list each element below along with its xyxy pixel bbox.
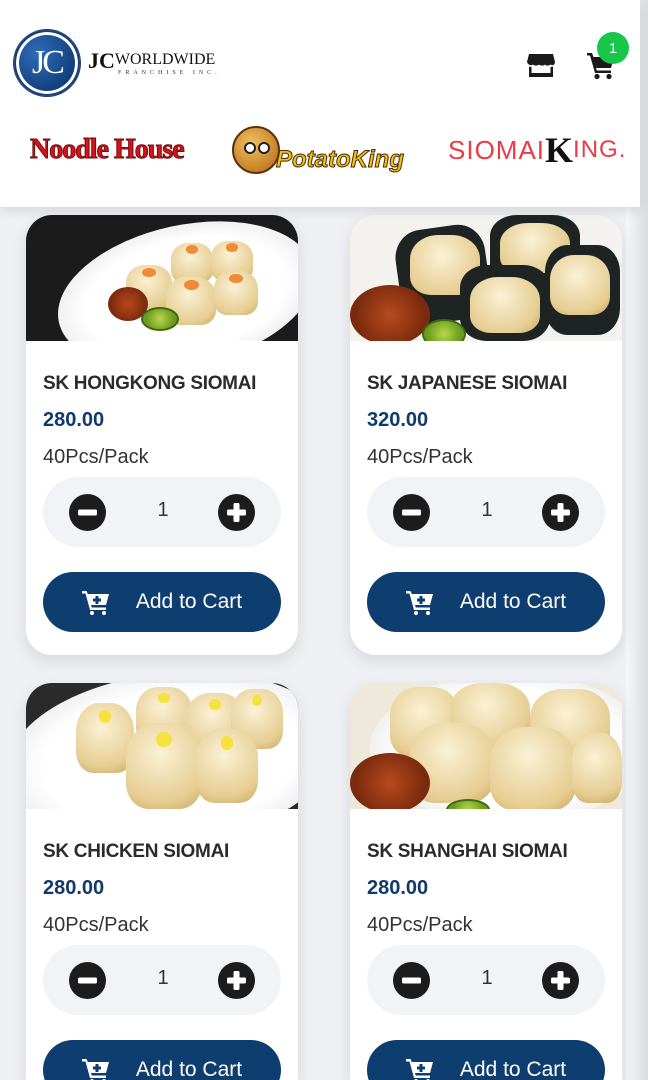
store-icon[interactable] bbox=[526, 50, 556, 80]
cart-plus-icon bbox=[81, 591, 109, 615]
cart-count-badge[interactable]: 1 bbox=[597, 32, 629, 64]
add-to-cart-label: Add to Cart bbox=[135, 1058, 243, 1080]
plus-icon[interactable] bbox=[218, 962, 255, 999]
product-price: 320.00 bbox=[367, 409, 429, 431]
minus-icon[interactable] bbox=[69, 494, 106, 531]
logo-worldwide: WORLDWIDE bbox=[114, 51, 216, 68]
quantity-stepper: 1 bbox=[43, 477, 281, 547]
minus-icon[interactable] bbox=[393, 962, 430, 999]
quantity-stepper: 1 bbox=[367, 945, 605, 1015]
potato-mascot-icon bbox=[232, 126, 280, 174]
brand-potato-king-label: PotatoKing bbox=[276, 146, 405, 174]
product-pack: 40Pcs/Pack bbox=[43, 446, 149, 468]
product-name: SK SHANGHAI SIOMAI bbox=[367, 841, 568, 862]
jc-worldwide-logo[interactable]: JC JCWORLDWIDE FRANCHISE INC. bbox=[14, 30, 221, 96]
brand-potato-king[interactable]: PotatoKing bbox=[232, 120, 404, 180]
plus-icon[interactable] bbox=[218, 494, 255, 531]
product-image bbox=[26, 215, 298, 341]
product-card[interactable]: SK CHICKEN SIOMAI 280.00 40Pcs/Pack 1 Ad… bbox=[26, 683, 298, 1080]
product-price: 280.00 bbox=[43, 409, 105, 431]
logo-wordmark: JCWORLDWIDE FRANCHISE INC. bbox=[88, 48, 221, 77]
brand-siomai-king-label-2: ING. bbox=[573, 136, 627, 163]
plus-icon[interactable] bbox=[542, 962, 579, 999]
cart-plus-icon bbox=[405, 1059, 433, 1080]
brand-siomai-king[interactable]: SIOMAI K ING. bbox=[448, 120, 626, 180]
minus-icon[interactable] bbox=[393, 494, 430, 531]
product-pack: 40Pcs/Pack bbox=[367, 446, 473, 468]
product-name: SK CHICKEN SIOMAI bbox=[43, 841, 229, 862]
quantity-stepper: 1 bbox=[367, 477, 605, 547]
add-to-cart-button[interactable]: Add to Cart bbox=[43, 572, 281, 632]
product-price: 280.00 bbox=[367, 877, 429, 899]
brand-noodle-house-label: Noodle House bbox=[30, 134, 186, 166]
add-to-cart-button[interactable]: Add to Cart bbox=[367, 1040, 605, 1080]
quantity-stepper: 1 bbox=[43, 945, 281, 1015]
add-to-cart-button[interactable]: Add to Cart bbox=[367, 572, 605, 632]
add-to-cart-label: Add to Cart bbox=[459, 590, 567, 613]
logo-jc: JC bbox=[88, 48, 115, 73]
product-image bbox=[26, 683, 298, 809]
brand-siomai-king-label-1: SIOMAI bbox=[448, 134, 546, 165]
header: JC JCWORLDWIDE FRANCHISE INC. 1 Noodle H… bbox=[0, 0, 640, 207]
product-name: SK JAPANESE SIOMAI bbox=[367, 373, 568, 394]
product-card[interactable]: SK HONGKONG SIOMAI 280.00 40Pcs/Pack 1 A… bbox=[26, 215, 298, 655]
page: JC JCWORLDWIDE FRANCHISE INC. 1 Noodle H… bbox=[0, 0, 648, 1080]
minus-icon[interactable] bbox=[69, 962, 106, 999]
product-name: SK HONGKONG SIOMAI bbox=[43, 373, 257, 394]
quantity-value[interactable]: 1 bbox=[457, 967, 517, 990]
add-to-cart-label: Add to Cart bbox=[135, 590, 243, 613]
cart-plus-icon bbox=[81, 1059, 109, 1080]
logo-franchise: FRANCHISE INC. bbox=[118, 70, 221, 76]
plus-icon[interactable] bbox=[542, 494, 579, 531]
cart-plus-icon bbox=[405, 591, 433, 615]
product-pack: 40Pcs/Pack bbox=[43, 914, 149, 936]
product-card[interactable]: SK SHANGHAI SIOMAI 280.00 40Pcs/Pack 1 A… bbox=[350, 683, 622, 1080]
brand-noodle-house[interactable]: Noodle House bbox=[30, 120, 186, 180]
product-pack: 40Pcs/Pack bbox=[367, 914, 473, 936]
brand-siomai-king-label-k: K bbox=[545, 130, 574, 170]
quantity-value[interactable]: 1 bbox=[457, 499, 517, 522]
product-card[interactable]: SK JAPANESE SIOMAI 320.00 40Pcs/Pack 1 A… bbox=[350, 215, 622, 655]
add-to-cart-button[interactable]: Add to Cart bbox=[43, 1040, 281, 1080]
quantity-value[interactable]: 1 bbox=[133, 499, 193, 522]
product-price: 280.00 bbox=[43, 877, 105, 899]
product-image bbox=[350, 215, 622, 341]
logo-emblem: JC bbox=[14, 30, 80, 96]
quantity-value[interactable]: 1 bbox=[133, 967, 193, 990]
product-image bbox=[350, 683, 622, 809]
add-to-cart-label: Add to Cart bbox=[459, 1058, 567, 1080]
